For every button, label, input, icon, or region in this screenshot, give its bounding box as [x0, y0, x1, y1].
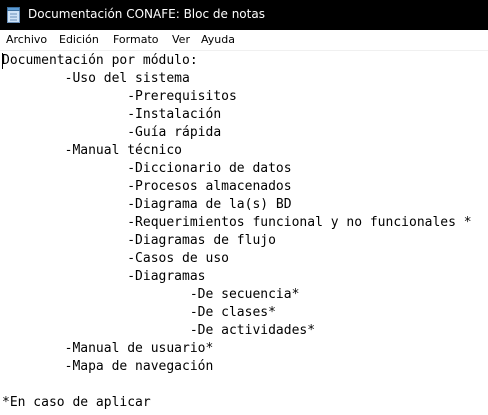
text-line: -Guía rápida [2, 125, 222, 140]
text-line: -Manual técnico [2, 143, 183, 158]
menu-edicion[interactable]: Edición [59, 33, 99, 46]
text-line: -Requerimientos funcional y no funcional… [2, 215, 472, 230]
text-line: -Procesos almacenados [2, 179, 292, 194]
text-line: -Diagramas [2, 269, 206, 284]
text-line: Documentación por módulo: [2, 53, 198, 68]
text-editor[interactable]: Documentación por módulo: -Uso del siste… [0, 51, 488, 415]
menu-archivo[interactable]: Archivo [6, 33, 47, 46]
menu-bar: Archivo Edición Formato Ver Ayuda [0, 30, 488, 51]
menu-ayuda[interactable]: Ayuda [201, 33, 235, 46]
text-line: -Instalación [2, 107, 222, 122]
text-line: -Uso del sistema [2, 71, 190, 86]
text-line: -De actividades* [2, 323, 316, 338]
text-line: *En caso de aplicar [2, 395, 151, 410]
title-bar[interactable]: Documentación CONAFE: Bloc de notas [0, 0, 488, 30]
menu-formato[interactable]: Formato [113, 33, 159, 46]
text-line: -Diagramas de flujo [2, 233, 276, 248]
text-line: -Manual de usuario* [2, 341, 214, 356]
text-line: -Diagrama de la(s) BD [2, 197, 292, 212]
text-line: -Mapa de navegación [2, 359, 214, 374]
window-title: Documentación CONAFE: Bloc de notas [28, 7, 265, 21]
text-line: -De secuencia* [2, 287, 300, 302]
text-line: -Casos de uso [2, 251, 229, 266]
notepad-icon [7, 7, 20, 23]
menu-ver[interactable]: Ver [172, 33, 190, 46]
text-line: -De clases* [2, 305, 276, 320]
text-line: -Prerequisitos [2, 89, 237, 104]
text-line: -Diccionario de datos [2, 161, 292, 176]
